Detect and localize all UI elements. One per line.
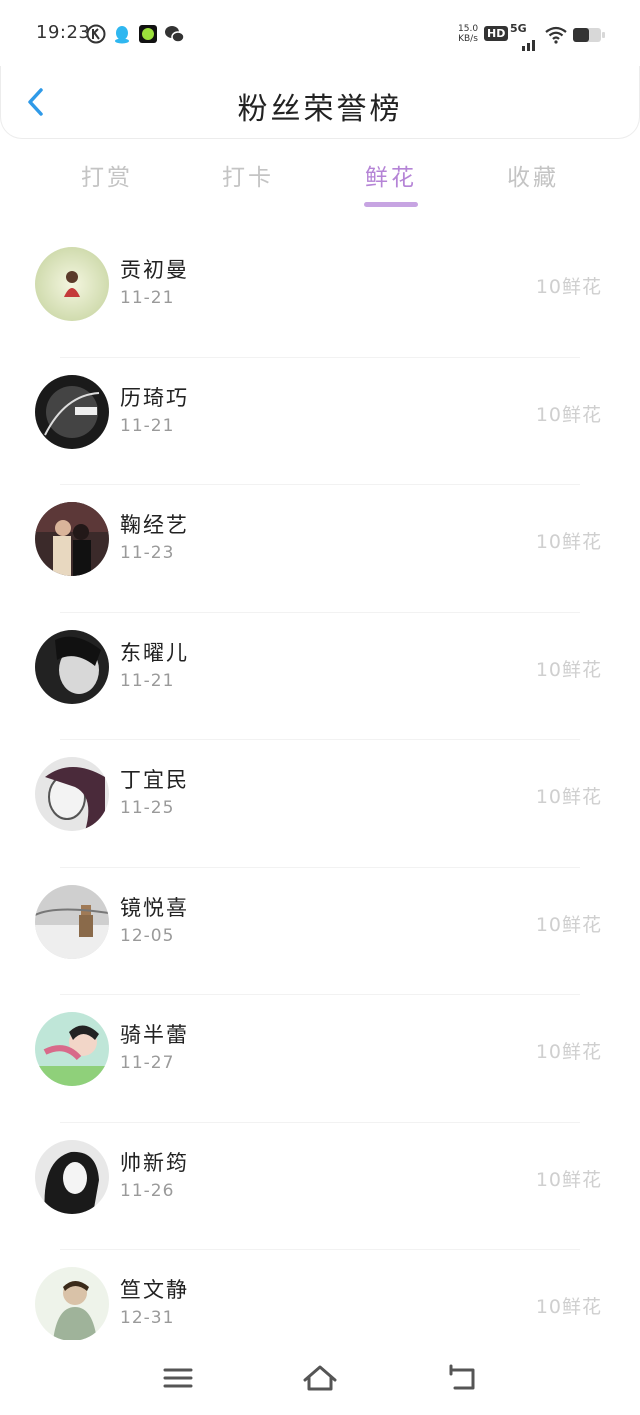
k-app-icon — [86, 24, 106, 44]
tab-bar: 打赏 打卡 鲜花 收藏 — [0, 150, 640, 210]
avatar — [35, 502, 109, 576]
avatar — [35, 1267, 109, 1341]
status-bar: 19:23 15.0 KB/s HD 5G — [0, 0, 640, 70]
avatar — [35, 757, 109, 831]
avatar — [35, 1139, 109, 1214]
fan-row[interactable]: 骑半蕾 11-27 10鲜花 — [0, 995, 640, 1123]
fan-name: 历琦巧 — [120, 385, 189, 410]
fan-row[interactable]: 帅新筠 11-26 10鲜花 — [0, 1123, 640, 1250]
fan-score: 10鲜花 — [535, 913, 602, 936]
fan-name: 鞠经艺 — [120, 513, 189, 537]
system-nav-bar — [0, 1340, 640, 1415]
tab-favorites[interactable]: 收藏 — [478, 158, 588, 192]
avatar — [35, 1012, 109, 1086]
network-speed: 15.0 KB/s — [458, 24, 478, 44]
fan-name: 东曜儿 — [120, 640, 189, 665]
fan-list: 贡初曼 11-21 10鲜花 历琦巧 11-21 10鲜花 鞠经艺 11-23 … — [0, 230, 640, 1378]
fan-name: 贡初曼 — [120, 258, 189, 282]
tab-reward[interactable]: 打赏 — [52, 158, 162, 192]
active-tab-indicator — [364, 202, 418, 207]
app-header: 粉丝荣誉榜 — [0, 66, 640, 139]
app-notification-icon — [138, 24, 158, 44]
fan-score: 10鲜花 — [535, 276, 602, 298]
fan-name: 帅新筠 — [120, 1150, 189, 1175]
hd-badge: HD — [484, 26, 509, 41]
avatar — [35, 374, 109, 449]
fan-date: 11-21 — [120, 670, 175, 691]
fan-score: 10鲜花 — [535, 786, 602, 808]
fan-score: 10鲜花 — [535, 1168, 602, 1191]
fan-date: 12-05 — [120, 925, 175, 946]
fan-score: 10鲜花 — [535, 1041, 602, 1063]
fan-row[interactable]: 鞠经艺 11-23 10鲜花 — [0, 485, 640, 613]
menu-icon — [158, 1368, 198, 1402]
fan-row[interactable]: 镜悦喜 12-05 10鲜花 — [0, 868, 640, 995]
fan-date: 12-31 — [120, 1308, 175, 1328]
network-speed-unit: KB/s — [458, 34, 478, 44]
fan-row[interactable]: 丁宜民 11-25 10鲜花 — [0, 740, 640, 868]
tab-checkin[interactable]: 打卡 — [193, 158, 303, 192]
fan-date: 11-23 — [120, 543, 175, 563]
tab-flowers[interactable]: 鲜花 — [336, 158, 446, 192]
avatar — [35, 884, 109, 959]
fan-score: 10鲜花 — [535, 1296, 602, 1318]
avatar — [35, 247, 109, 321]
home-icon — [300, 1365, 340, 1402]
fan-row[interactable]: 历琦巧 11-21 10鲜花 — [0, 358, 640, 485]
qq-icon — [112, 24, 132, 44]
menu-button[interactable] — [158, 1358, 198, 1398]
fan-date: 11-25 — [120, 798, 175, 818]
return-button[interactable] — [442, 1358, 482, 1398]
battery-icon — [572, 26, 605, 46]
fan-date: 11-26 — [120, 1180, 175, 1201]
network-type: 5G — [510, 22, 527, 35]
fan-date: 11-21 — [120, 415, 175, 436]
fan-row[interactable]: 贡初曼 11-21 10鲜花 — [0, 230, 640, 358]
fan-name: 骑半蕾 — [120, 1023, 189, 1047]
fan-date: 11-27 — [120, 1053, 175, 1073]
page-title: 粉丝荣誉榜 — [237, 92, 403, 127]
avatar — [35, 629, 109, 704]
fan-name: 笪文静 — [120, 1278, 189, 1302]
wechat-icon — [164, 24, 185, 44]
home-button[interactable] — [300, 1358, 340, 1398]
fan-score: 10鲜花 — [535, 403, 602, 426]
fan-score: 10鲜花 — [535, 531, 602, 553]
fan-row[interactable]: 东曜儿 11-21 10鲜花 — [0, 613, 640, 740]
fan-score: 10鲜花 — [535, 658, 602, 681]
status-time: 19:23 — [36, 22, 91, 43]
signal-icon — [512, 36, 535, 56]
wifi-icon — [544, 26, 567, 46]
return-icon — [442, 1364, 482, 1402]
fan-date: 11-21 — [120, 288, 175, 308]
fan-name: 镜悦喜 — [120, 895, 189, 920]
fan-name: 丁宜民 — [120, 768, 189, 792]
network-speed-value: 15.0 — [458, 24, 479, 34]
